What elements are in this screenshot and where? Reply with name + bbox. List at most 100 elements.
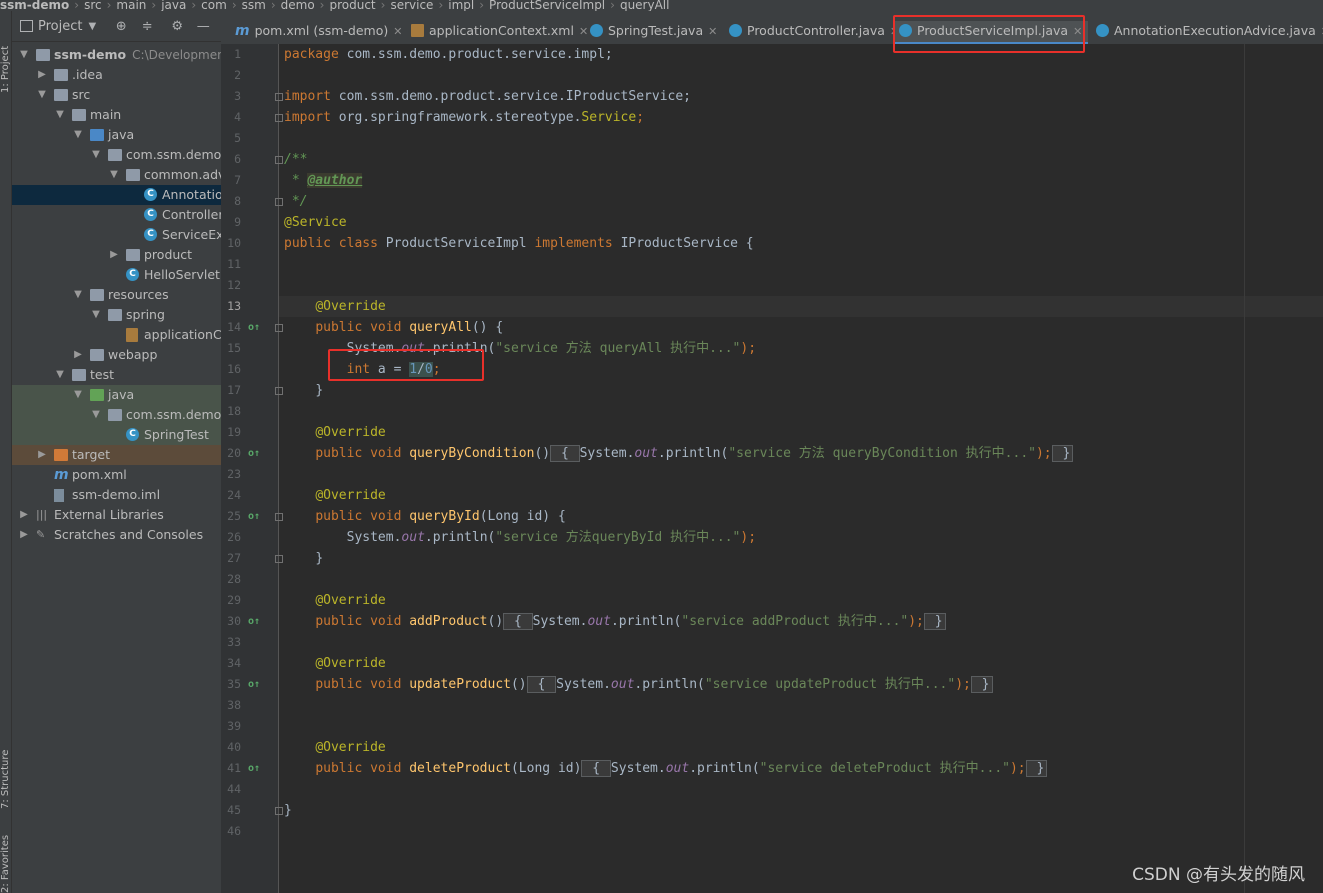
chevron-down-icon[interactable]: ▼ — [90, 145, 102, 165]
chevron-down-icon[interactable]: ▼ — [36, 85, 48, 105]
code-line[interactable]: public void updateProduct() { System.out… — [284, 674, 993, 695]
fold-marker-icon[interactable] — [275, 387, 283, 395]
tree-item[interactable]: ▼ com.ssm.demo — [12, 405, 221, 425]
breadcrumb-item[interactable]: demo — [281, 0, 315, 11]
chevron-down-icon[interactable]: ▼ — [18, 45, 30, 65]
favorites-tool-tab[interactable]: 2: Favorites — [0, 829, 12, 893]
code-line[interactable]: */ — [284, 191, 308, 212]
fold-marker-icon[interactable] — [275, 198, 283, 206]
code-line[interactable]: import org.springframework.stereotype.Se… — [284, 107, 644, 128]
chevron-down-icon[interactable]: ▼ — [88, 21, 96, 32]
project-view-title[interactable]: Project — [38, 19, 82, 34]
tree-item[interactable]: ▼ resources — [12, 285, 221, 305]
tree-item[interactable]: ▶ target — [12, 445, 221, 465]
chevron-down-icon[interactable]: ▼ — [72, 125, 84, 145]
gear-icon[interactable]: ⚙ — [170, 19, 184, 34]
code-line[interactable]: /** — [284, 149, 307, 170]
hide-icon[interactable]: — — [196, 19, 210, 34]
collapse-all-icon[interactable]: ≑ — [140, 19, 154, 34]
close-icon[interactable]: ✕ — [708, 25, 717, 38]
breadcrumb-item[interactable]: service — [390, 0, 433, 11]
fold-marker-icon[interactable] — [275, 513, 283, 521]
breadcrumb-item[interactable]: ProductServiceImpl — [489, 0, 605, 11]
breadcrumb-item[interactable]: ssm-demo — [0, 0, 69, 11]
tree-item[interactable]: ▶ ||| External Libraries — [12, 505, 221, 525]
tree-item[interactable]: ▶ webapp — [12, 345, 221, 365]
code-line[interactable]: @Service — [284, 212, 347, 233]
breadcrumb-item[interactable]: impl — [448, 0, 474, 11]
tree-item[interactable]: ▶ ✎ Scratches and Consoles — [12, 525, 221, 545]
code-line[interactable]: package com.ssm.demo.product.service.imp… — [284, 44, 613, 65]
breadcrumb-item[interactable]: com — [201, 0, 227, 11]
editor-tab[interactable]: m pom.xml (ssm-demo) ✕ — [229, 21, 408, 45]
tree-item[interactable]: ▶ product — [12, 245, 221, 265]
implements-method-icon[interactable]: o↑ — [248, 674, 260, 695]
code-line[interactable]: import com.ssm.demo.product.service.IPro… — [284, 86, 691, 107]
tree-item[interactable]: ▼ ssm-demo C:\Development\ — [12, 45, 221, 65]
tree-item[interactable]: ▼ spring — [12, 305, 221, 325]
code-line[interactable]: public void queryById(Long id) { — [284, 506, 565, 527]
editor-tab[interactable]: ProductController.java✕ — [723, 21, 905, 45]
code-line[interactable]: * @author — [284, 170, 363, 191]
code-line[interactable]: @Override — [284, 737, 385, 758]
breadcrumb-item[interactable]: main — [116, 0, 146, 11]
chevron-right-icon[interactable]: ▶ — [36, 65, 48, 85]
locate-icon[interactable]: ⊕ — [114, 19, 128, 34]
tree-item[interactable]: ▼ java — [12, 385, 221, 405]
implements-method-icon[interactable]: o↑ — [248, 443, 260, 464]
tree-item[interactable]: ▶ .idea — [12, 65, 221, 85]
tree-item[interactable]: ▼ src — [12, 85, 221, 105]
code-line[interactable]: @Override — [284, 590, 385, 611]
breadcrumb-item[interactable]: ssm — [242, 0, 266, 11]
editor-tab[interactable]: SpringTest.java ✕ — [584, 21, 723, 45]
fold-marker-icon[interactable] — [275, 93, 283, 101]
fold-marker-icon[interactable] — [275, 555, 283, 563]
close-icon[interactable]: ✕ — [393, 25, 402, 38]
tree-item[interactable]: C HelloServlet — [12, 265, 221, 285]
tree-item[interactable]: ▼ test — [12, 365, 221, 385]
code-line[interactable]: } — [284, 380, 323, 401]
implements-method-icon[interactable]: o↑ — [248, 506, 260, 527]
code-line[interactable]: public void queryByCondition() { System.… — [284, 443, 1074, 464]
code-line[interactable]: public void addProduct() { System.out.pr… — [284, 611, 946, 632]
tree-item[interactable]: ▼ com.ssm.demo — [12, 145, 221, 165]
breadcrumb-item[interactable]: java — [161, 0, 186, 11]
breadcrumb-item[interactable]: src — [84, 0, 102, 11]
code-line[interactable]: } — [284, 548, 323, 569]
tree-item[interactable]: C SpringTest — [12, 425, 221, 445]
fold-marker-icon[interactable] — [275, 324, 283, 332]
chevron-down-icon[interactable]: ▼ — [54, 365, 66, 385]
tree-item[interactable]: ▼ main — [12, 105, 221, 125]
code-line[interactable]: } — [284, 800, 292, 821]
chevron-down-icon[interactable]: ▼ — [108, 165, 120, 185]
breadcrumb-item[interactable]: product — [329, 0, 375, 11]
chevron-right-icon[interactable]: ▶ — [72, 345, 84, 365]
project-tool-tab[interactable]: 1: Project — [0, 27, 12, 93]
chevron-down-icon[interactable]: ▼ — [90, 305, 102, 325]
chevron-down-icon[interactable]: ▼ — [72, 385, 84, 405]
implements-method-icon[interactable]: o↑ — [248, 317, 260, 338]
tree-item[interactable]: m pom.xml — [12, 465, 221, 485]
chevron-right-icon[interactable]: ▶ — [108, 245, 120, 265]
tree-item[interactable]: ▼ java — [12, 125, 221, 145]
structure-tool-tab[interactable]: 7: Structure — [0, 729, 12, 809]
fold-marker-icon[interactable] — [275, 114, 283, 122]
code-line[interactable]: @Override — [284, 296, 385, 317]
code-line[interactable]: @Override — [284, 485, 385, 506]
implements-method-icon[interactable]: o↑ — [248, 758, 260, 779]
chevron-right-icon[interactable]: ▶ — [36, 445, 48, 465]
code-line[interactable]: @Override — [284, 653, 385, 674]
fold-marker-icon[interactable] — [275, 156, 283, 164]
tree-item[interactable]: C Annotation — [12, 185, 221, 205]
tree-item[interactable]: C ServiceExe — [12, 225, 221, 245]
code-line[interactable]: public void deleteProduct(Long id) { Sys… — [284, 758, 1048, 779]
chevron-down-icon[interactable]: ▼ — [90, 405, 102, 425]
code-editor[interactable]: 1 2 3 4 5 6 7 8 9 10 11 12 13 14 15 16 17 18 19 20 23 24 25 26 2… — [221, 44, 1323, 893]
editor-tab[interactable]: AnnotationExecutionAdvice.java✕ — [1090, 21, 1323, 45]
code-line[interactable]: public class ProductServiceImpl implemen… — [284, 233, 754, 254]
chevron-right-icon[interactable]: ▶ — [18, 505, 30, 525]
tree-item[interactable]: ssm-demo.iml — [12, 485, 221, 505]
chevron-down-icon[interactable]: ▼ — [72, 285, 84, 305]
editor-tab[interactable]: applicationContext.xml ✕ — [405, 21, 594, 45]
code-line[interactable]: public void queryAll() { — [284, 317, 503, 338]
